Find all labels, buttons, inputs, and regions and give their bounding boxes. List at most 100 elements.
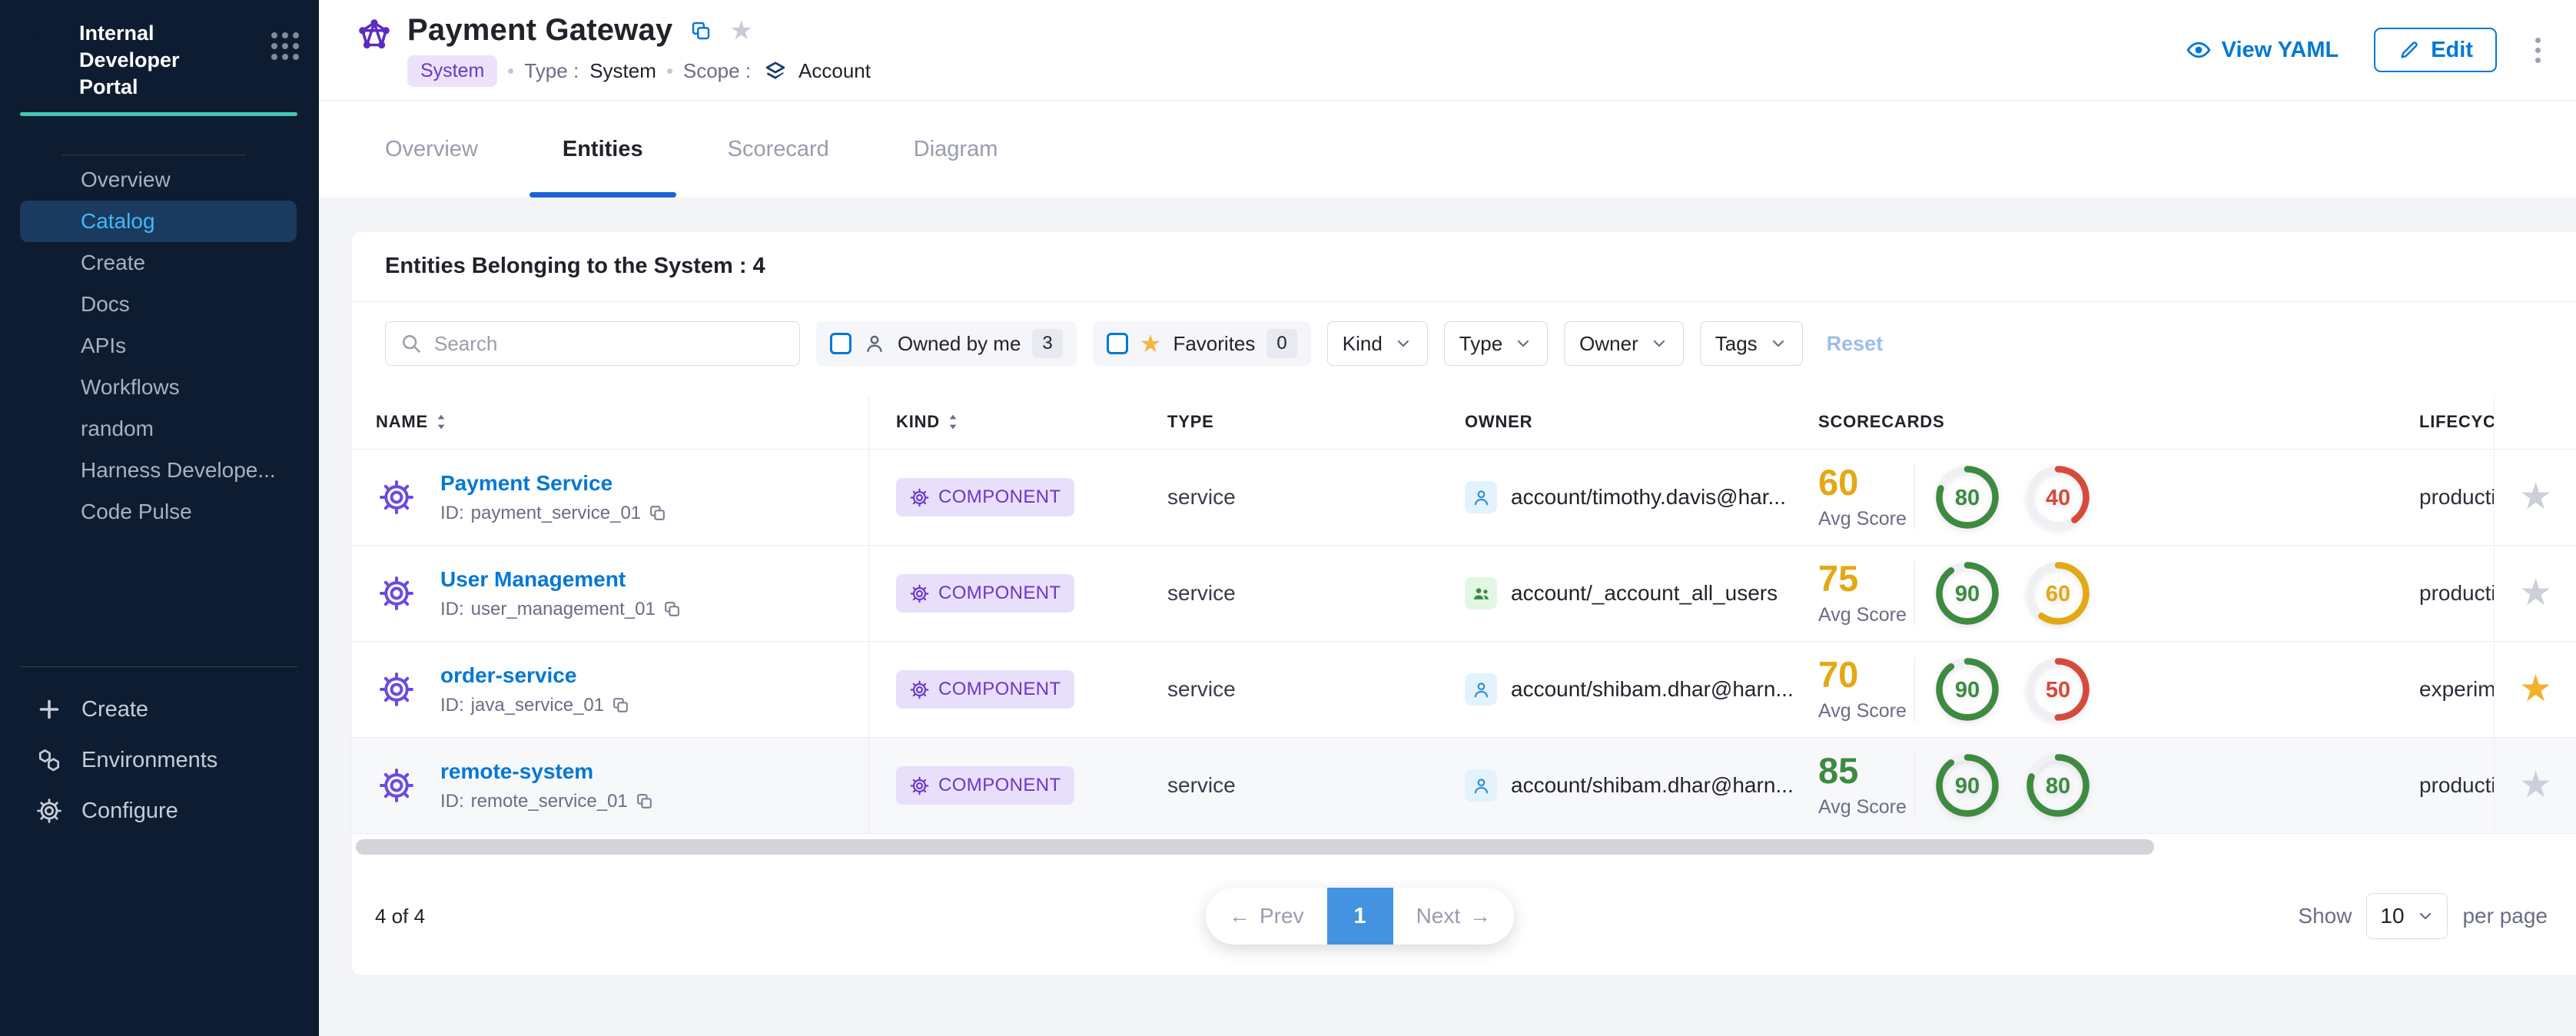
sidebar-item-create-new[interactable]: Create [0,684,319,735]
favorites-filter[interactable]: ★ Favorites 0 [1093,321,1311,366]
sort-icon[interactable] [948,413,958,430]
type-label: Type : [524,59,579,83]
page-size-select[interactable]: 10 [2366,893,2448,939]
tab-entities[interactable]: Entities [520,101,685,198]
sidebar-item-configure[interactable]: Configure [0,785,319,836]
horizontal-scrollbar [356,839,2576,855]
entity-name-link[interactable]: remote-system [440,759,593,783]
type-value: service [1167,581,1236,606]
sidebar-item-workflows[interactable]: Workflows [20,367,297,408]
score-ring: 80 [1934,463,2001,531]
search-icon [400,332,423,355]
entity-name-link[interactable]: Payment Service [440,471,612,495]
owner-user-icon [1465,769,1497,802]
entity-name-link[interactable]: order-service [440,663,576,687]
bullet-separator [667,68,672,74]
owner-group-icon [1465,577,1497,609]
search-input[interactable] [434,332,785,356]
entity-id: ID: remote_service_01 [440,791,654,812]
owned-by-me-checkbox[interactable] [830,333,851,354]
favorites-checkbox[interactable] [1107,333,1128,354]
tab-overview[interactable]: Overview [343,101,520,198]
table-row-order-service[interactable]: order-service ID: java_service_01 COMPON… [351,641,2576,737]
scrollbar-thumb[interactable] [356,839,2154,855]
filter-dropdown-type[interactable]: Type [1444,321,1548,366]
arrow-right-icon: → [1469,904,1491,928]
entities-table: NAME KIND TYPE OWNER SCORECARDS [351,395,2576,834]
copy-title-icon[interactable] [689,19,712,42]
lifecycle-value: experimental [2419,677,2494,702]
arrow-left-icon: ← [1229,904,1250,928]
person-icon [863,332,886,355]
type-value: service [1167,677,1236,702]
type-value: service [1167,773,1236,798]
divider [1914,753,1915,818]
reset-filters-button[interactable]: Reset [1827,332,1884,356]
sidebar-item-apis[interactable]: APIs [20,325,297,367]
edit-button[interactable]: Edit [2374,28,2497,72]
filter-dropdown-kind[interactable]: Kind [1327,321,1428,366]
sidebar-item-overview[interactable]: Overview [20,159,297,201]
svg-text:80: 80 [2046,774,2070,799]
column-header-owner: OWNER [1430,412,1791,432]
table-row-payment-service[interactable]: Payment Service ID: payment_service_01 C… [351,449,2576,545]
svg-text:60: 60 [2046,582,2070,606]
column-header-name[interactable]: NAME [351,395,869,449]
svg-text:90: 90 [1955,582,1980,606]
prev-page-button[interactable]: ← Prev [1206,888,1327,945]
filter-bar: Owned by me 3 ★ Favorites 0 Kind Type Ow… [351,302,2576,366]
chevron-down-icon [1394,334,1412,353]
table-header-row: NAME KIND TYPE OWNER SCORECARDS [351,395,2576,449]
score-ring: 60 [2024,560,2092,627]
type-value: service [1167,485,1236,510]
sidebar-item-harness-develope[interactable]: Harness Develope... [20,450,297,491]
current-page-button[interactable]: 1 [1327,888,1393,945]
system-badge: System [407,55,497,87]
favorite-title-star-icon[interactable]: ★ [729,18,752,44]
favorite-star[interactable]: ★ [2519,575,2552,612]
favorite-star[interactable]: ★ [2519,479,2552,516]
table-row-user-management[interactable]: User Management ID: user_management_01 C… [351,545,2576,641]
owner-value: account/_account_all_users [1511,581,1778,606]
tab-diagram[interactable]: Diagram [871,101,1041,198]
tab-scorecard[interactable]: Scorecard [685,101,871,198]
next-page-button[interactable]: Next → [1393,888,1515,945]
copy-id-icon[interactable] [648,503,667,523]
page-title: Payment Gateway [407,13,672,48]
sidebar-item-create[interactable]: Create [20,242,297,284]
gear-icon [909,679,930,700]
owned-by-me-filter[interactable]: Owned by me 3 [816,321,1077,366]
show-label: Show [2298,904,2352,928]
panel-heading: Entities Belonging to the System : 4 [385,254,765,279]
entity-id: ID: java_service_01 [440,695,630,716]
view-yaml-button[interactable]: View YAML [2186,37,2339,63]
entity-name-link[interactable]: User Management [440,567,626,591]
sidebar-item-docs[interactable]: Docs [20,284,297,325]
filter-dropdown-owner[interactable]: Owner [1564,321,1684,366]
favorite-star[interactable]: ★ [2519,671,2552,708]
column-header-kind[interactable]: KIND [869,412,1130,432]
sidebar-item-catalog[interactable]: Catalog [20,201,297,242]
sidebar-nav: Overview Catalog Create Docs APIs Workfl… [0,159,319,533]
account-scope-icon [763,59,788,84]
owner-value: account/shibam.dhar@harn... [1511,677,1794,702]
kind-badge: COMPONENT [896,670,1074,709]
type-value: System [589,59,656,83]
avg-score: 75 Avg Score [1818,560,1914,626]
copy-id-icon[interactable] [635,792,654,811]
system-icon [355,16,393,55]
chevron-down-icon [1650,334,1668,353]
filter-dropdown-tags[interactable]: Tags [1700,321,1803,366]
chevron-down-icon [2416,907,2435,925]
more-options-kebab-icon[interactable] [2532,33,2544,68]
copy-id-icon[interactable] [662,599,682,619]
copy-id-icon[interactable] [611,696,630,715]
sidebar-item-code-pulse[interactable]: Code Pulse [20,491,297,533]
table-row-remote-system[interactable]: remote-system ID: remote_service_01 COMP… [351,737,2576,833]
favorite-star[interactable]: ★ [2519,767,2552,804]
sidebar-item-random[interactable]: random [20,408,297,450]
sort-icon[interactable] [436,413,446,430]
sidebar-item-environments[interactable]: Environments [0,735,319,785]
module-grid-icon[interactable] [271,32,299,60]
bullet-separator [508,68,513,74]
